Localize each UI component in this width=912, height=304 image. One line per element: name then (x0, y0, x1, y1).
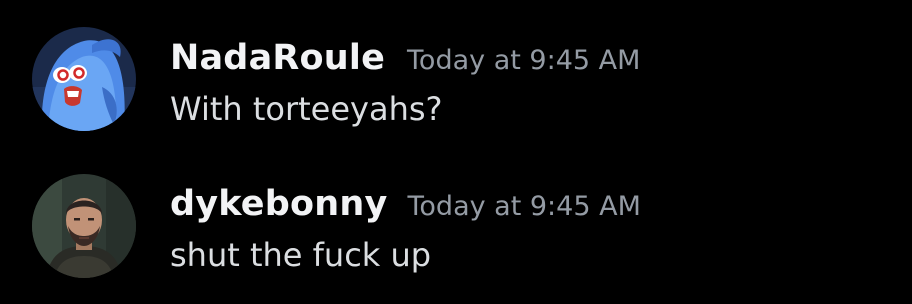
chat-message[interactable]: NadaRoule Today at 9:45 AM With torteeya… (0, 0, 912, 140)
chat-message[interactable]: dykebonny Today at 9:45 AM shut the fuck… (0, 148, 912, 288)
username[interactable]: NadaRoule (170, 38, 385, 78)
timestamp[interactable]: Today at 9:45 AM (407, 45, 640, 76)
blue-cartoon-fish-avatar-icon (32, 27, 136, 131)
bearded-man-photo-avatar-icon (32, 174, 136, 278)
username[interactable]: dykebonny (170, 184, 388, 224)
message-content: With torteeyahs? (170, 90, 443, 128)
message-header: NadaRoule Today at 9:45 AM (170, 38, 640, 78)
chat-message-list: NadaRoule Today at 9:45 AM With torteeya… (0, 0, 912, 304)
avatar[interactable] (32, 174, 136, 278)
avatar[interactable] (32, 27, 136, 131)
message-header: dykebonny Today at 9:45 AM (170, 184, 641, 224)
message-content: shut the fuck up (170, 236, 432, 274)
timestamp[interactable]: Today at 9:45 AM (408, 191, 641, 222)
